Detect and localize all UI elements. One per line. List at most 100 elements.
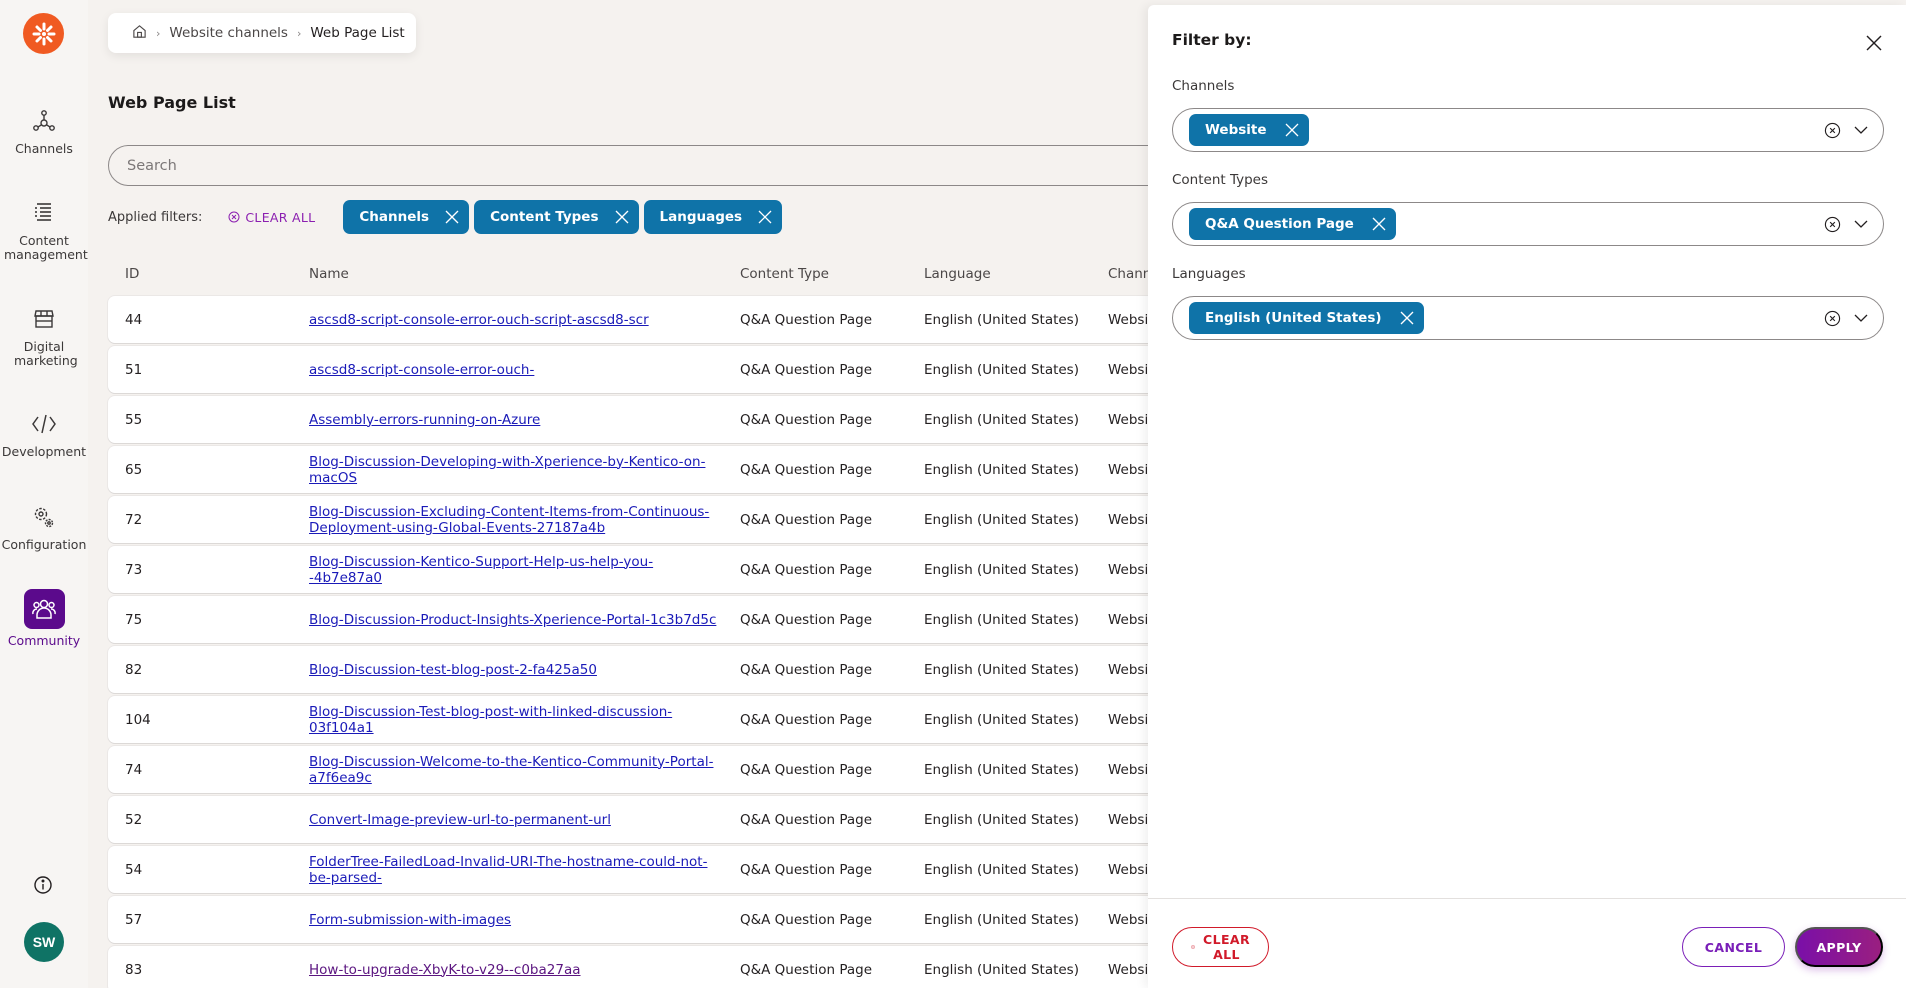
filter-chip-content-types[interactable]: Content Types (474, 200, 639, 234)
cell-language: English (United States) (924, 411, 1079, 428)
sidebar-item-community[interactable]: Community (0, 589, 88, 648)
channels-select[interactable]: Website (1172, 108, 1884, 152)
table-row[interactable]: 83 How-to-upgrade-XbyK-to-v29--c0ba27aa Q&… (108, 946, 1208, 988)
column-header-id[interactable]: ID (125, 266, 139, 282)
column-header-language[interactable]: Language (924, 266, 991, 282)
page-link[interactable]: Blog-Discussion-Excluding-Content-Items-… (309, 504, 719, 536)
cell-language: English (United States) (924, 511, 1079, 528)
content-types-select[interactable]: Q&A Question Page (1172, 202, 1884, 246)
cell-name: Assembly-errors-running-on-Azure (309, 396, 719, 443)
table-row[interactable]: 82 Blog-Discussion-test-blog-post-2-fa425… (108, 646, 1208, 693)
filter-group-languages: Languages English (United States) (1172, 266, 1884, 340)
languages-select[interactable]: English (United States) (1172, 296, 1884, 340)
sidebar: Channels Content management Digital mark… (0, 0, 88, 988)
remove-chip-icon[interactable] (758, 210, 772, 224)
breadcrumb-website-channels[interactable]: Website channels (169, 25, 288, 41)
cell-language: English (United States) (924, 961, 1079, 978)
cell-name: ascsd8-script-console-error-ouch- (309, 346, 719, 393)
sidebar-item-configuration[interactable]: Configuration (0, 504, 88, 552)
clear-all-filters-link[interactable]: CLEAR ALL (228, 210, 315, 225)
cell-content-type: Q&A Question Page (740, 311, 873, 328)
apply-button[interactable]: APPLY (1795, 927, 1883, 967)
cell-content-type: Q&A Question Page (740, 911, 873, 928)
cell-channel: Websi (1108, 361, 1149, 378)
page-link[interactable]: Blog-Discussion-test-blog-post-2-fa425a5… (309, 662, 597, 678)
table-row[interactable]: 44 ascsd8-script-console-error-ouch-scrip… (108, 296, 1208, 343)
sidebar-item-content-management[interactable]: Content management (0, 200, 88, 262)
page-link[interactable]: Blog-Discussion-Test-blog-post-with-link… (309, 704, 719, 736)
table-row[interactable]: 72 Blog-Discussion-Excluding-Content-Item… (108, 496, 1208, 543)
table-row[interactable]: 74 Blog-Discussion-Welcome-to-the-Kentico… (108, 746, 1208, 793)
cell-content-type: Q&A Question Page (740, 861, 873, 878)
chip-label: Q&A Question Page (1205, 216, 1354, 232)
remove-chip-icon[interactable] (1372, 217, 1386, 231)
selected-chip-english-us[interactable]: English (United States) (1189, 302, 1424, 334)
home-icon[interactable] (132, 24, 147, 43)
sidebar-item-channels[interactable]: Channels (0, 108, 88, 156)
info-icon[interactable] (33, 875, 53, 895)
column-header-name[interactable]: Name (309, 266, 349, 282)
page-link[interactable]: Blog-Discussion-Product-Insights-Xperien… (309, 612, 716, 628)
selected-chip-website[interactable]: Website (1189, 114, 1309, 146)
cell-content-type: Q&A Question Page (740, 611, 873, 628)
table-row[interactable]: 75 Blog-Discussion-Product-Insights-Xperi… (108, 596, 1208, 643)
cell-id: 51 (125, 361, 143, 378)
page-link[interactable]: Blog-Discussion-Kentico-Support-Help-us-… (309, 554, 719, 586)
remove-chip-icon[interactable] (1400, 311, 1414, 325)
table-body: 44 ascsd8-script-console-error-ouch-scrip… (108, 296, 1208, 988)
sidebar-item-development[interactable]: Development (0, 411, 88, 459)
cell-channel: Websi (1108, 511, 1149, 528)
cell-id: 82 (125, 661, 143, 678)
cell-id: 55 (125, 411, 143, 428)
page-link[interactable]: ascsd8-script-console-error-ouch-script-… (309, 312, 649, 328)
chevron-down-icon[interactable] (1853, 124, 1869, 136)
avatar[interactable]: SW (24, 922, 64, 962)
remove-chip-icon[interactable] (615, 210, 629, 224)
table-row[interactable]: 73 Blog-Discussion-Kentico-Support-Help-u… (108, 546, 1208, 593)
remove-chip-icon[interactable] (445, 210, 459, 224)
table-row[interactable]: 51 ascsd8-script-console-error-ouch- Q&A Q… (108, 346, 1208, 393)
page-link[interactable]: Assembly-errors-running-on-Azure (309, 412, 540, 428)
page-link[interactable]: Convert-Image-preview-url-to-permanent-u… (309, 812, 611, 828)
page-link[interactable]: Form-submission-with-images (309, 912, 511, 928)
page-link[interactable]: How-to-upgrade-XbyK-to-v29--c0ba27aa (309, 962, 581, 978)
cell-content-type: Q&A Question Page (740, 461, 873, 478)
close-icon[interactable] (1864, 33, 1884, 53)
clear-selection-icon[interactable] (1824, 216, 1841, 233)
cell-channel: Websi (1108, 661, 1149, 678)
sidebar-item-digital-marketing[interactable]: Digital marketing (0, 306, 88, 368)
page-link[interactable]: FolderTree-FailedLoad-Invalid-URI-The-ho… (309, 854, 719, 886)
kentico-logo[interactable] (23, 13, 64, 54)
cell-channel: Websi (1108, 811, 1149, 828)
column-header-content-type[interactable]: Content Type (740, 266, 829, 282)
cell-name: FolderTree-FailedLoad-Invalid-URI-The-ho… (309, 846, 719, 893)
sidebar-item-label: Configuration (1, 537, 87, 552)
table-row[interactable]: 57 Form-submission-with-images Q&A Questio… (108, 896, 1208, 943)
table-row[interactable]: 52 Convert-Image-preview-url-to-permanent… (108, 796, 1208, 843)
chevron-down-icon[interactable] (1853, 312, 1869, 324)
cell-name: Blog-Discussion-Product-Insights-Xperien… (309, 596, 719, 643)
table-row[interactable]: 65 Blog-Discussion-Developing-with-Xperie… (108, 446, 1208, 493)
cell-name: ascsd8-script-console-error-ouch-script-… (309, 296, 719, 343)
chevron-down-icon[interactable] (1853, 218, 1869, 230)
column-header-channel[interactable]: Chann (1108, 266, 1151, 282)
filter-chip-channels[interactable]: Channels (343, 200, 470, 234)
page-link[interactable]: Blog-Discussion-Welcome-to-the-Kentico-C… (309, 754, 719, 786)
clear-selection-icon[interactable] (1824, 122, 1841, 139)
remove-chip-icon[interactable] (1285, 123, 1299, 137)
search-input[interactable] (108, 145, 1208, 186)
cell-language: English (United States) (924, 811, 1079, 828)
filter-chip-languages[interactable]: Languages (643, 200, 783, 234)
breadcrumb: › Website channels › Web Page List (108, 13, 416, 53)
clear-selection-icon[interactable] (1824, 310, 1841, 327)
cancel-button[interactable]: CANCEL (1682, 927, 1785, 967)
selected-chip-qa-question-page[interactable]: Q&A Question Page (1189, 208, 1396, 240)
page-link[interactable]: ascsd8-script-console-error-ouch- (309, 362, 534, 378)
table-row[interactable]: 104 Blog-Discussion-Test-blog-post-with-l… (108, 696, 1208, 743)
table-row[interactable]: 55 Assembly-errors-running-on-Azure Q&A Qu… (108, 396, 1208, 443)
page-link[interactable]: Blog-Discussion-Developing-with-Xperienc… (309, 454, 719, 486)
sidebar-item-label: Channels (15, 141, 73, 156)
clear-all-button[interactable]: CLEAR ALL (1172, 927, 1269, 967)
cell-channel: Websi (1108, 761, 1149, 778)
table-row[interactable]: 54 FolderTree-FailedLoad-Invalid-URI-The-… (108, 846, 1208, 893)
